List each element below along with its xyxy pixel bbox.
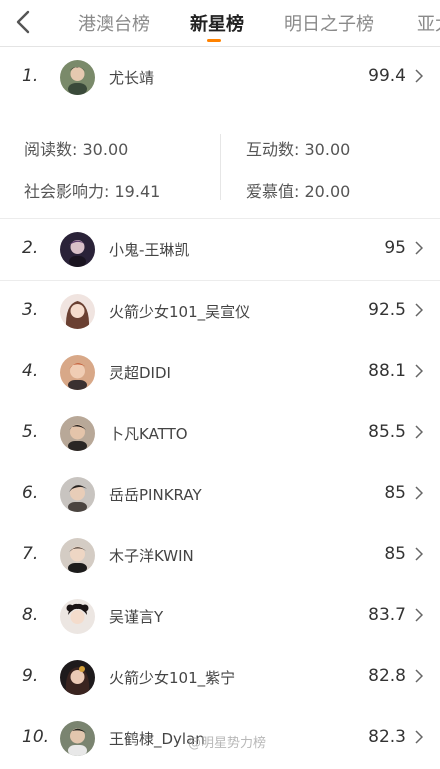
watermark: @明星势力榜 [188,736,267,751]
avatar [60,416,95,451]
artist-name: 尤长靖 [109,69,155,87]
list-item[interactable]: 6. 岳岳PINKRAY 85 [0,464,440,526]
artist-name: 岳岳PINKRAY [109,486,202,504]
list-item[interactable]: 8. 吴谨言Y 83.7 [0,586,440,648]
chevron-right-icon [415,486,423,500]
tab-tomorrow-son[interactable]: 明日之子榜 [284,10,374,36]
tab-new-star[interactable]: 新星榜 [190,10,244,36]
score-value: 82.8 [368,666,406,686]
score-value: 82.3 [368,727,406,747]
read-count: 阅读数: 30.00 [24,140,129,159]
score-value: 85 [384,483,406,503]
stats-panel: 阅读数: 30.00 互动数: 30.00 社会影响力: 19.41 爱慕值: … [0,114,440,219]
avatar [60,538,95,573]
avatar [60,294,95,329]
avatar [60,721,95,756]
artist-name: 火箭少女101_紫宁 [109,669,236,687]
love-value: 爱慕值: 20.00 [246,182,351,201]
rank-number: 7. [22,544,39,564]
artist-name: 吴谨言Y [109,608,164,626]
tab-hk-macau-taiwan[interactable]: 港澳台榜 [78,10,150,36]
chevron-right-icon [415,303,423,317]
artist-name: 木子洋KWIN [109,547,194,565]
score-value: 92.5 [368,300,406,320]
stats-divider [220,134,221,200]
rank-number: 5. [22,422,39,442]
avatar [60,477,95,512]
score-value: 99.4 [368,66,406,86]
artist-name: 灵超DIDI [109,364,171,382]
rank-number: 8. [22,605,39,625]
avatar [60,660,95,695]
avatar [60,232,95,267]
artist-name: 火箭少女101_吴宣仪 [109,303,251,321]
score-value: 88.1 [368,361,406,381]
rank-number: 3. [22,300,39,320]
list-item[interactable]: 4. 灵超DIDI 88.1 [0,342,440,404]
chevron-right-icon [415,425,423,439]
score-value: 85.5 [368,422,406,442]
chevron-right-icon [415,364,423,378]
chevron-right-icon [415,547,423,561]
chevron-right-icon [415,69,423,83]
active-tab-indicator [207,39,221,42]
score-value: 83.7 [368,605,406,625]
rank-number: 9. [22,666,39,686]
score-value: 95 [384,238,406,258]
tab-asia-pacific[interactable]: 亚太 [417,10,440,36]
social-influence: 社会影响力: 19.41 [24,182,161,201]
interaction-count: 互动数: 30.00 [246,140,351,159]
rank-number: 4. [22,361,39,381]
chevron-right-icon [415,608,423,622]
list-item[interactable]: 9. 火箭少女101_紫宁 82.8 [0,647,440,709]
avatar [60,599,95,634]
chevron-right-icon [415,669,423,683]
artist-name: 小鬼-王琳凯 [109,241,190,259]
chevron-right-icon [415,730,423,744]
list-item[interactable]: 5. 卜凡KATTO 85.5 [0,403,440,465]
chevron-left-icon[interactable] [12,8,36,36]
score-value: 85 [384,544,406,564]
rank-number: 6. [22,483,39,503]
tab-bar: 港澳台榜 新星榜 明日之子榜 亚太 [0,0,440,47]
list-item[interactable]: 2. 小鬼-王琳凯 95 [0,219,440,281]
avatar [60,355,95,390]
list-item[interactable]: 1. 尤长靖 99.4 [0,47,440,108]
chevron-right-icon [415,241,423,255]
avatar [60,60,95,95]
rank-number: 1. [22,66,39,86]
list-item[interactable]: 7. 木子洋KWIN 85 [0,525,440,587]
rank-number: 2. [22,238,39,258]
rank-number: 10. [22,727,50,747]
list-item[interactable]: 3. 火箭少女101_吴宣仪 92.5 [0,281,440,343]
artist-name: 卜凡KATTO [109,425,188,443]
